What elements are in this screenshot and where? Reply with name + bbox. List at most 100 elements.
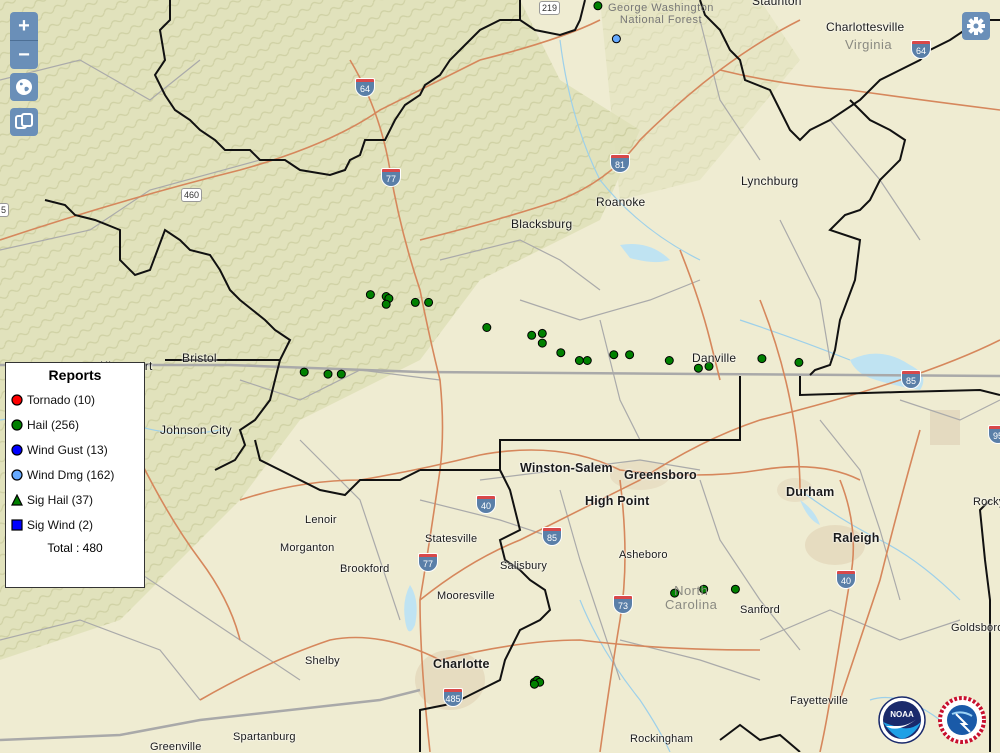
city-label: Charlottesville bbox=[826, 20, 905, 34]
city-label: Johnson City bbox=[160, 423, 232, 437]
report-marker-hail[interactable] bbox=[794, 357, 804, 367]
map-canvas[interactable] bbox=[0, 0, 1000, 752]
interstate-shield: 485 bbox=[443, 688, 463, 708]
green-circle-icon bbox=[11, 418, 23, 431]
interstate-shield: 81 bbox=[610, 154, 630, 174]
legend-label: Wind Dmg (162) bbox=[27, 467, 115, 482]
city-label: Danville bbox=[692, 351, 737, 365]
interstate-shield: 73 bbox=[613, 595, 633, 615]
city-label: Shelby bbox=[305, 655, 340, 667]
report-marker-hail[interactable] bbox=[757, 354, 767, 364]
city-label: Roanoke bbox=[596, 195, 646, 209]
report-marker-hail[interactable] bbox=[537, 328, 547, 338]
green-triangle-icon bbox=[11, 493, 23, 506]
us-route-marker: 460 bbox=[181, 188, 203, 202]
report-marker-hail[interactable] bbox=[537, 338, 547, 348]
report-marker-hail[interactable] bbox=[730, 584, 740, 594]
region-label-gw-forest: George Washington National Forest bbox=[608, 2, 714, 26]
zoom-in-button[interactable]: + bbox=[10, 12, 38, 40]
report-marker-hail[interactable] bbox=[609, 350, 619, 360]
layers-icon bbox=[15, 113, 33, 129]
red-circle-icon bbox=[11, 393, 23, 406]
city-label: Rockingham bbox=[630, 733, 694, 745]
interstate-shield: 77 bbox=[418, 553, 438, 573]
city-label: Morganton bbox=[280, 542, 335, 554]
city-label: Lynchburg bbox=[741, 174, 799, 188]
city-label: Bristol bbox=[182, 351, 217, 365]
city-label: Sanford bbox=[740, 604, 780, 616]
zoom-control: + − bbox=[10, 12, 38, 69]
report-marker-hail[interactable] bbox=[410, 297, 420, 307]
nws-logo[interactable] bbox=[938, 696, 986, 744]
us-route-marker: 219 bbox=[539, 1, 561, 15]
city-label: Durham bbox=[786, 485, 835, 499]
legend-item-wind-gust: Wind Gust (13) bbox=[6, 437, 144, 462]
report-marker-hail[interactable] bbox=[482, 323, 492, 332]
legend-item-tornado: Tornado (10) bbox=[6, 387, 144, 412]
city-label: Statesville bbox=[425, 533, 478, 545]
city-label: Lenoir bbox=[305, 514, 337, 526]
basemap-button[interactable] bbox=[10, 73, 38, 101]
blue-circle-icon bbox=[11, 443, 23, 456]
city-label: Fayetteville bbox=[790, 695, 849, 707]
report-marker-hail[interactable] bbox=[365, 290, 375, 300]
legend-label: Wind Gust (13) bbox=[27, 442, 108, 457]
city-label: Raleigh bbox=[833, 531, 880, 545]
legend-item-sig-hail: Sig Hail (37) bbox=[6, 487, 144, 512]
us-route-marker: 5 bbox=[0, 203, 10, 217]
report-marker-hail[interactable] bbox=[693, 363, 703, 373]
interstate-shield: 40 bbox=[836, 570, 856, 590]
report-marker-hail[interactable] bbox=[299, 367, 309, 377]
interstate-shield: 95 bbox=[988, 425, 1000, 445]
city-label: Mooresville bbox=[437, 590, 495, 602]
legend-total: Total : 480 bbox=[47, 541, 103, 555]
light-blue-circle-icon bbox=[11, 468, 23, 481]
interstate-shield: 85 bbox=[901, 370, 921, 390]
report-marker-hail[interactable] bbox=[529, 679, 539, 689]
legend-label: Hail (256) bbox=[27, 417, 80, 432]
report-marker-hail[interactable] bbox=[593, 1, 603, 11]
city-label: Spartanburg bbox=[233, 731, 296, 743]
region-label-north-carolina: North Carolina bbox=[665, 583, 718, 612]
report-marker-hail[interactable] bbox=[381, 299, 391, 309]
globe-icon bbox=[16, 79, 32, 95]
report-marker-hail[interactable] bbox=[664, 356, 674, 365]
interstate-shield: 85 bbox=[542, 527, 562, 547]
city-label: Rocky Mount bbox=[973, 496, 1000, 508]
layers-button[interactable] bbox=[10, 108, 38, 136]
city-label: Salisbury bbox=[500, 560, 548, 572]
city-label: Blacksburg bbox=[511, 217, 573, 231]
reports-legend: Reports Tornado (10) Hail (256) Wind Gus… bbox=[5, 362, 145, 588]
city-label: Greenville bbox=[150, 741, 202, 753]
city-label: Goldsboro bbox=[951, 622, 1000, 634]
city-label: Asheboro bbox=[619, 549, 668, 561]
report-marker-hail[interactable] bbox=[556, 348, 566, 358]
report-marker-wind-dmg[interactable] bbox=[611, 34, 621, 44]
blue-square-icon bbox=[11, 518, 23, 531]
city-label: Charlotte bbox=[433, 657, 490, 671]
legend-label: Sig Wind (2) bbox=[27, 517, 94, 532]
legend-item-hail: Hail (256) bbox=[6, 412, 144, 437]
interstate-shield: 77 bbox=[381, 168, 401, 188]
report-marker-hail[interactable] bbox=[323, 369, 333, 379]
settings-button[interactable] bbox=[962, 12, 990, 40]
report-marker-hail[interactable] bbox=[336, 369, 346, 379]
report-marker-hail[interactable] bbox=[527, 330, 537, 340]
city-label: Staunton bbox=[752, 0, 802, 8]
legend-item-wind-dmg: Wind Dmg (162) bbox=[6, 462, 144, 487]
noaa-logo[interactable]: NOAA bbox=[878, 696, 926, 744]
noaa-logo-text: NOAA bbox=[890, 710, 914, 719]
report-marker-hail[interactable] bbox=[582, 356, 592, 365]
interstate-shield: 40 bbox=[476, 495, 496, 515]
zoom-out-button[interactable]: − bbox=[10, 41, 38, 69]
report-marker-hail[interactable] bbox=[574, 356, 584, 365]
legend-label: Sig Hail (37) bbox=[27, 492, 94, 507]
city-label: Winston-Salem bbox=[520, 461, 613, 475]
legend-item-sig-wind: Sig Wind (2) bbox=[6, 512, 144, 537]
city-label: Greensboro bbox=[624, 468, 697, 482]
city-label: Brookford bbox=[340, 563, 390, 575]
report-marker-hail[interactable] bbox=[625, 350, 635, 360]
interstate-shield: 64 bbox=[911, 40, 931, 60]
legend-title: Reports bbox=[48, 367, 102, 383]
report-marker-hail[interactable] bbox=[424, 297, 434, 307]
